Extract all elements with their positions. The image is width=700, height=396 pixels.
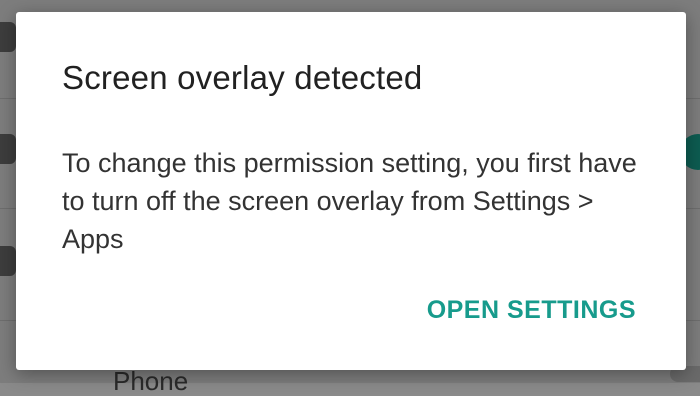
background-phone-label: Phone bbox=[113, 366, 189, 396]
screen-overlay-dialog: Screen overlay detected To change this p… bbox=[16, 12, 686, 370]
dialog-title: Screen overlay detected bbox=[62, 59, 423, 96]
background-microphone-icon bbox=[0, 246, 16, 276]
background-location-icon bbox=[0, 134, 16, 164]
open-settings-button[interactable]: OPEN SETTINGS bbox=[427, 295, 636, 325]
background-account-icon bbox=[0, 22, 16, 52]
dialog-message: To change this permission setting, you f… bbox=[62, 148, 637, 254]
